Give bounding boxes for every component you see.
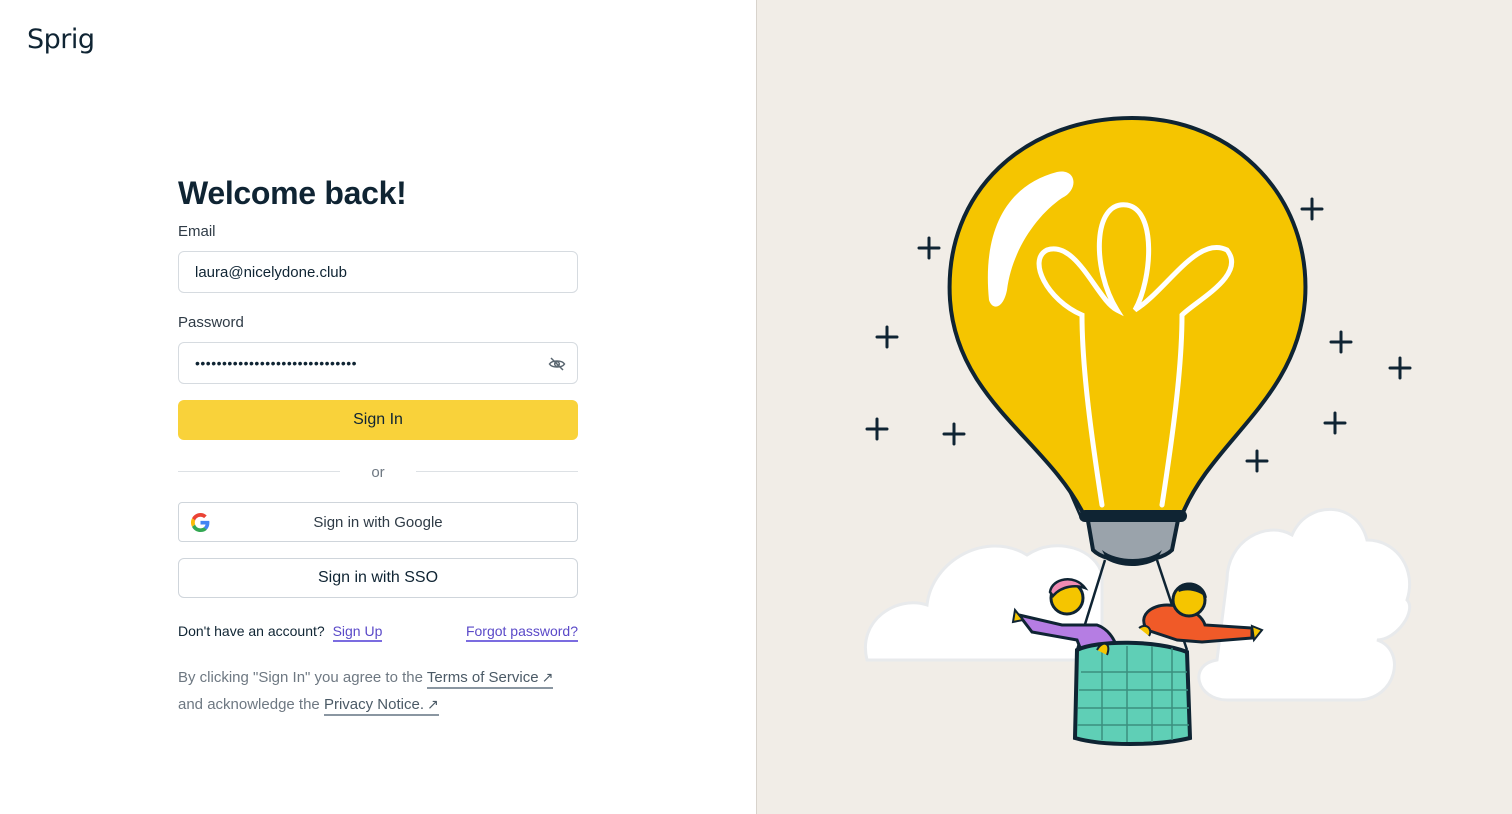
sprig-logo[interactable]: Sprig (27, 24, 95, 55)
password-label: Password (178, 314, 244, 331)
password-field[interactable]: •••••••••••••••••••••••••••••• (178, 342, 578, 384)
external-link-icon: ↗ (426, 696, 439, 712)
google-button-label: Sign in with Google (313, 513, 443, 531)
privacy-notice-link[interactable]: Privacy Notice. ↗ (323, 696, 439, 716)
email-label: Email (178, 223, 216, 240)
lightbulb-balloon-illustration (863, 115, 1412, 746)
email-field[interactable]: laura@nicelydone.club (178, 251, 578, 293)
illustration-panel (756, 0, 1512, 814)
google-sign-in-button[interactable]: Sign in with Google (178, 502, 578, 542)
google-icon (191, 513, 210, 532)
page-title: Welcome back! (178, 175, 407, 211)
divider-line-left (178, 471, 340, 472)
sign-up-link[interactable]: Sign Up (332, 623, 383, 642)
privacy-link-label: Privacy Notice. (323, 696, 424, 713)
divider-text: or (363, 463, 393, 481)
signup-prompt-row: Don't have an account? Sign Up (178, 623, 383, 642)
forgot-password-link[interactable]: Forgot password? (465, 623, 578, 642)
legal-middle: and acknowledge the (178, 696, 320, 713)
signup-prompt: Don't have an account? (178, 623, 325, 639)
login-panel: Sprig Welcome back! Email laura@nicelydo… (0, 0, 756, 814)
legal-notice: By clicking "Sign In" you agree to the T… (178, 664, 578, 718)
account-links: Don't have an account? Sign Up Forgot pa… (178, 623, 578, 642)
balloon-bulb (947, 115, 1308, 517)
login-form: Welcome back! Email laura@nicelydone.clu… (178, 172, 578, 718)
sign-in-button[interactable]: Sign In (178, 400, 578, 440)
divider-line-right (416, 471, 578, 472)
terms-of-service-link[interactable]: Terms of Service ↗ (426, 669, 554, 689)
external-link-icon: ↗ (541, 669, 554, 685)
password-value: •••••••••••••••••••••••••••••• (195, 355, 358, 371)
terms-link-label: Terms of Service (426, 669, 539, 686)
sso-sign-in-button[interactable]: Sign in with SSO (178, 558, 578, 598)
legal-prefix: By clicking "Sign In" you agree to the (178, 669, 423, 686)
eye-off-icon[interactable] (548, 356, 566, 372)
or-divider: or (178, 462, 578, 482)
email-value: laura@nicelydone.club (195, 263, 347, 281)
